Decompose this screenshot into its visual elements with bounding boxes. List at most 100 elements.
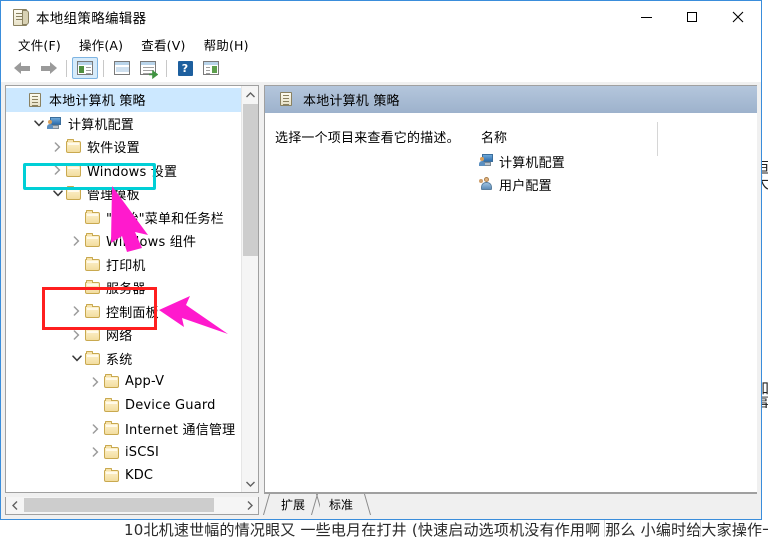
tree-scroll-thumb[interactable] [243,104,258,256]
tree-item[interactable]: 本地计算机 策略 [6,88,241,112]
forward-arrow-icon[interactable] [35,57,61,79]
tree-item-label: Device Guard [125,397,216,413]
tree-item-label: 管理模板 [87,188,140,204]
tree-item-label: 计算机配置 [68,117,135,133]
menu-view[interactable]: 查看(V) [132,33,194,56]
toolbar-separator-2 [103,59,104,77]
tree-item[interactable]: Kerberos [6,488,241,492]
chevron-right-icon[interactable] [50,135,65,158]
folder-icon [84,327,101,342]
tree-item[interactable]: 控制面板 [6,300,241,324]
scroll-right-button[interactable] [241,497,258,513]
tree-item[interactable]: Internet 通信管理 [6,417,241,441]
tree-hscroll-thumb[interactable] [24,498,214,512]
folder-icon [65,162,82,178]
menu-file[interactable]: 文件(F) [9,33,70,56]
chevron-right-icon[interactable] [88,370,103,393]
tree-item[interactable]: Windows 组件 [6,229,241,253]
chevron-down-icon[interactable] [69,347,84,370]
folder-icon [84,233,101,248]
policy-scroll-icon [11,8,29,26]
export-list-icon[interactable] [135,57,161,80]
folder-icon [84,303,101,319]
minimize-button[interactable] [623,1,669,33]
toolbar-separator-3 [166,59,167,77]
maximize-button[interactable] [669,1,715,33]
tab-label: 扩展 [280,498,305,512]
policy-scroll-icon [277,91,295,108]
detail-header: 本地计算机 策略 [265,86,757,113]
tree-item-label: Windows 设置 [87,164,178,180]
tree-item[interactable]: 管理模板 [6,182,241,206]
tree-item-label: Internet 通信管理 [125,423,236,439]
window-content: 本地计算机 策略 计算机配置 软件设置 Windows 设置 管理模板 "开始"菜单和任务… [1,82,761,519]
toolbar: ? [1,55,761,81]
detail-body: 选择一个项目来查看它的描述。 名称 计算机配置 用户配置 [265,113,757,492]
chevron-right-icon[interactable] [88,441,103,464]
detail-list[interactable]: 名称 计算机配置 用户配置 [475,113,757,492]
tree-item-label: 网络 [106,329,133,345]
scroll-up-button[interactable] [242,86,258,103]
tree-item-label: 控制面板 [106,305,159,321]
tab-standard[interactable]: 标准 [310,494,372,515]
detail-header-title: 本地计算机 策略 [303,94,400,109]
tree-item[interactable]: KDC [6,464,241,488]
folder-icon [84,350,101,366]
column-header-name[interactable]: 名称 [481,127,507,146]
back-arrow-icon[interactable] [9,57,35,79]
menu-action[interactable]: 操作(A) [70,33,132,56]
chevron-right-icon[interactable] [69,300,84,323]
menu-help[interactable]: 帮助(H) [195,33,258,56]
tree-item[interactable]: App-V [6,370,241,394]
chevron-right-icon[interactable] [50,159,65,182]
list-item[interactable]: 计算机配置 [478,151,565,171]
folder-icon [65,139,82,154]
show-action-pane-icon[interactable] [198,57,224,79]
chevron-right-icon[interactable] [88,417,103,440]
tree-vertical-scrollbar[interactable] [241,86,258,492]
help-icon[interactable]: ? [172,57,198,79]
chevron-down-icon[interactable] [31,112,46,135]
folder-icon [84,209,101,225]
tree-item[interactable]: Windows 设置 [6,159,241,183]
tab-extended[interactable]: 扩展 [262,494,324,515]
folder-icon [84,280,101,295]
tree-item[interactable]: iSCSI [6,441,241,465]
computer-icon [46,116,63,131]
list-item[interactable]: 用户配置 [478,174,552,194]
close-button[interactable] [715,1,761,33]
tree-item-label: KDC [125,468,154,484]
list-item-label: 计算机配置 [499,155,566,171]
chevron-down-icon[interactable] [50,182,65,205]
tree-item[interactable]: 软件设置 [6,135,241,159]
scroll-down-button[interactable] [242,475,258,492]
gpedit-window: 本地组策略编辑器 文件(F) 操作(A) 查看(V) 帮助(H) ? 本地计算机… [0,0,762,520]
folder-icon [103,397,120,413]
tree-horizontal-scrollbar[interactable] [5,497,259,515]
folder-icon [65,186,82,201]
tree-item[interactable]: Device Guard [6,394,241,418]
chevron-right-icon[interactable] [69,229,84,252]
show-hide-tree-icon[interactable] [72,57,98,79]
chevron-right-icon[interactable] [69,323,84,346]
tree-item-label: App-V [125,374,165,390]
tree-item-label: iSCSI [125,444,160,460]
tree-item[interactable]: 计算机配置 [6,112,241,136]
detail-description: 选择一个项目来查看它的描述。 [275,131,460,146]
tree-item[interactable]: 网络 [6,323,241,347]
folder-icon [103,444,120,460]
background-bottom-text: 10北机速世幅的情况眼又 一些电月在打井 (快速启动选项机没有作用啊 那么 小编… [124,521,768,537]
tree-item[interactable]: 服务器 [6,276,241,300]
tree-item[interactable]: "开始"菜单和任务栏 [6,206,241,230]
tree-item[interactable]: 系统 [6,347,241,371]
tree-item[interactable]: 打印机 [6,253,241,277]
tree-item-label: "开始"菜单和任务栏 [106,211,224,227]
console-tree[interactable]: 本地计算机 策略计算机配置软件设置 Windows 设置 管理模板 "开始"菜单和任务… [6,86,241,492]
properties-icon[interactable] [109,57,135,79]
column-divider[interactable] [657,122,658,156]
scroll-left-button[interactable] [6,497,23,513]
detail-tab-strip: 扩展 标准 [262,493,757,515]
tree-item-label: 打印机 [106,258,146,274]
